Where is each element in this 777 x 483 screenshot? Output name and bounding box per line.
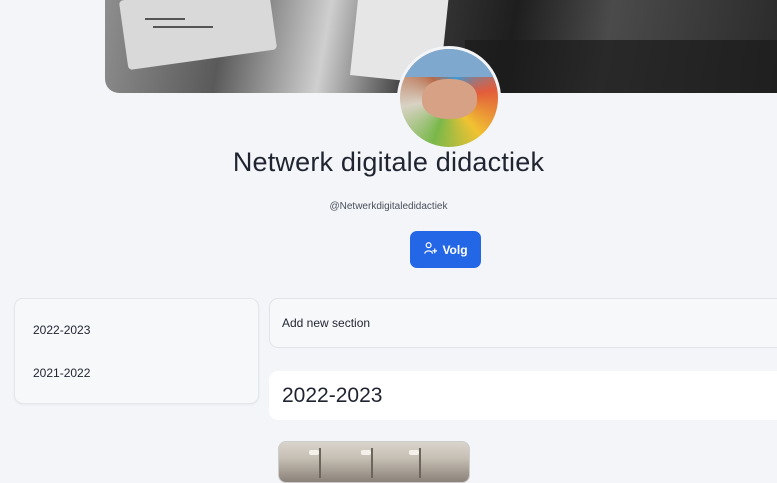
section-title: 2022-2023 [282,384,383,407]
page-title: Netwerk digitale didactiek [232,147,545,177]
person-plus-icon [423,241,438,259]
sidebar-item-2022-2023[interactable]: 2022-2023 [33,323,90,337]
sidebar-item-2021-2022[interactable]: 2021-2022 [33,366,90,380]
add-section-label: Add new section [282,316,371,330]
profile-avatar [397,46,501,150]
follow-button[interactable]: Volg [410,231,481,268]
section-header: 2022-2023 [269,371,777,420]
follow-label: Volg [442,242,468,257]
add-section-button[interactable]: Add new section [269,298,777,348]
sidebar: 2022-2023 2021-2022 [14,298,259,404]
profile-handle: @Netwerkdigitaledidactiek [329,201,448,212]
post-thumbnail[interactable] [278,441,470,483]
